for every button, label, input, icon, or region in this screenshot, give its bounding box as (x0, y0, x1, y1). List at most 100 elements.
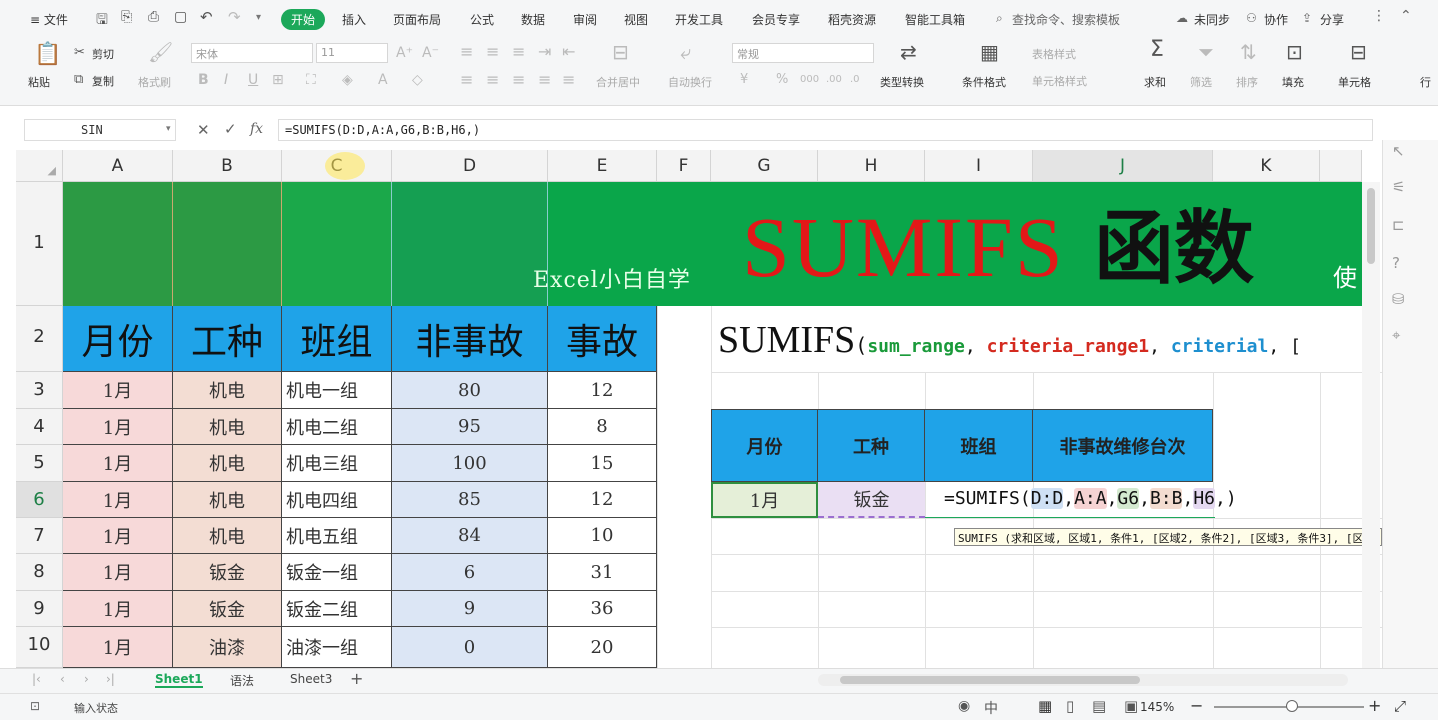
header-non-accident[interactable]: 非事故 (392, 306, 548, 372)
cell-month-row-8[interactable]: 1月 (63, 554, 173, 591)
insert-function-button[interactable]: fx (250, 121, 263, 137)
share-button[interactable]: 分享 (1320, 11, 1344, 28)
cell-team-row-10[interactable]: 油漆一组 (282, 627, 392, 668)
menu-page-layout[interactable]: 页面布局 (393, 11, 441, 28)
cell-non-accident-row-6[interactable]: 85 (392, 482, 548, 518)
cell-accident-row-4[interactable]: 8 (548, 409, 657, 445)
zoom-slider-handle[interactable] (1286, 700, 1298, 712)
decimal-increase-icon[interactable]: .00 (826, 72, 842, 88)
menu-data[interactable]: 数据 (521, 11, 545, 28)
preview-icon[interactable]: ▢ (174, 9, 187, 25)
menu-file[interactable]: ≡ 文件 (30, 11, 68, 28)
align-middle-icon[interactable]: ≡ (486, 44, 499, 60)
column-header-j[interactable]: J (1033, 150, 1213, 182)
cut-icon[interactable]: ✂ (74, 45, 85, 61)
zoom-out-icon[interactable]: − (1190, 696, 1203, 715)
normal-view-icon[interactable]: ▦ (1038, 697, 1052, 715)
cell-month-row-6[interactable]: 1月 (63, 482, 173, 518)
column-header-b[interactable]: B (173, 150, 282, 182)
row-header-1[interactable]: 1 (16, 182, 63, 306)
select-all-corner[interactable]: ◢ (16, 150, 63, 182)
print-icon[interactable]: ⎙ (148, 9, 159, 25)
cell-team-row-4[interactable]: 机电二组 (282, 409, 392, 445)
column-header-h[interactable]: H (818, 150, 925, 182)
row-button[interactable]: 行 (1420, 74, 1431, 90)
sync-status[interactable]: 未同步 (1194, 11, 1230, 28)
cell-month-row-9[interactable]: 1月 (63, 591, 173, 627)
cell-team-row-6[interactable]: 机电四组 (282, 482, 392, 518)
header-accident[interactable]: 事故 (548, 306, 657, 372)
row-header-5[interactable]: 5 (16, 445, 63, 482)
cut-button[interactable]: 剪切 (92, 46, 114, 62)
align-top-icon[interactable]: ≡ (460, 44, 473, 60)
fullscreen-icon[interactable]: ⤢ (1394, 697, 1406, 715)
row-header-7[interactable]: 7 (16, 518, 63, 554)
menu-smart-tools[interactable]: 智能工具箱 (905, 11, 965, 28)
cell-month-row-3[interactable]: 1月 (63, 372, 173, 409)
zoom-level[interactable]: 145% (1140, 700, 1174, 714)
query-month-cell[interactable]: 1月 (711, 482, 818, 518)
cell-team-row-5[interactable]: 机电三组 (282, 445, 392, 482)
cell-accident-row-8[interactable]: 31 (548, 554, 657, 591)
cell-non-accident-row-3[interactable]: 80 (392, 372, 548, 409)
cell-non-accident-row-9[interactable]: 9 (392, 591, 548, 627)
undo-icon[interactable]: ↶ (200, 8, 213, 26)
row-header-3[interactable]: 3 (16, 372, 63, 409)
help-icon[interactable]: ? (1392, 254, 1400, 272)
merge-center-button[interactable]: 合并居中 (596, 74, 640, 90)
justify-icon[interactable]: ≡ (538, 72, 551, 88)
cell-non-accident-row-5[interactable]: 100 (392, 445, 548, 482)
menu-insert[interactable]: 插入 (342, 11, 366, 28)
sheet-tab-1[interactable]: Sheet1 (155, 672, 203, 688)
cell-button[interactable]: 单元格 (1338, 74, 1371, 90)
indent-icon[interactable]: ⇥ (538, 44, 551, 60)
thousands-icon[interactable]: 000 (800, 72, 819, 88)
sum-button[interactable]: 求和 (1144, 74, 1166, 90)
column-header-d[interactable]: D (392, 150, 548, 182)
menu-review[interactable]: 审阅 (573, 11, 597, 28)
prev-sheet-icon[interactable]: ‹ (60, 672, 65, 686)
clear-icon[interactable]: ◇ (412, 72, 423, 88)
select-tool-icon[interactable]: ↖ (1392, 142, 1405, 160)
column-header-e[interactable]: E (548, 150, 657, 182)
collab-button[interactable]: 协作 (1264, 11, 1288, 28)
cell-non-accident-row-7[interactable]: 84 (392, 518, 548, 554)
first-sheet-icon[interactable]: |‹ (32, 672, 41, 686)
row-header-9[interactable]: 9 (16, 591, 63, 627)
cell-month-row-7[interactable]: 1月 (63, 518, 173, 554)
cell-style-button[interactable]: 单元格样式 (1032, 73, 1087, 89)
type-convert-icon[interactable]: ⇄ (900, 42, 917, 62)
banner-cell-c1[interactable] (282, 182, 392, 306)
banner-cell-d1[interactable] (392, 182, 548, 306)
filter-icon[interactable]: ⏷ (1198, 42, 1214, 62)
sheet-tab-3[interactable]: Sheet3 (290, 672, 332, 686)
paste-button[interactable]: 粘贴 (28, 74, 50, 90)
reading-mode-icon[interactable]: ▣ (1124, 697, 1138, 715)
align-center-icon[interactable]: ≡ (486, 72, 499, 88)
banner-cell-b1[interactable] (173, 182, 282, 306)
backup-icon[interactable]: ⛁ (1392, 290, 1405, 308)
border-icon[interactable]: ⊞ (272, 72, 284, 88)
menu-developer[interactable]: 开发工具 (675, 11, 723, 28)
align-left-icon[interactable]: ≡ (460, 72, 473, 88)
location-icon[interactable]: ⌖ (1392, 326, 1400, 344)
row-header-4[interactable]: 4 (16, 409, 63, 445)
fill-icon[interactable]: ⊡ (1286, 42, 1303, 62)
page-break-view-icon[interactable]: ▤ (1092, 697, 1106, 715)
input-method-icon[interactable]: 中 (984, 698, 998, 718)
macro-icon[interactable]: ⊡ (30, 699, 40, 713)
page-layout-view-icon[interactable]: ▯ (1066, 697, 1074, 715)
cell-team-row-9[interactable]: 钣金二组 (282, 591, 392, 627)
cell-type-row-4[interactable]: 机电 (173, 409, 282, 445)
cell-team-row-8[interactable]: 钣金一组 (282, 554, 392, 591)
format-painter-button[interactable]: 格式刷 (138, 74, 171, 90)
confirm-icon[interactable]: ✓ (224, 120, 237, 138)
cell-accident-row-10[interactable]: 20 (548, 627, 657, 668)
row-header-10[interactable]: 10 (16, 627, 63, 668)
cell-accident-row-9[interactable]: 36 (548, 591, 657, 627)
outdent-icon[interactable]: ⇤ (562, 44, 575, 60)
currency-icon[interactable]: ¥ (740, 72, 748, 88)
font-size-select[interactable]: 11 (316, 43, 388, 63)
query-header-month[interactable]: 月份 (711, 409, 818, 482)
cell-type-row-6[interactable]: 机电 (173, 482, 282, 518)
